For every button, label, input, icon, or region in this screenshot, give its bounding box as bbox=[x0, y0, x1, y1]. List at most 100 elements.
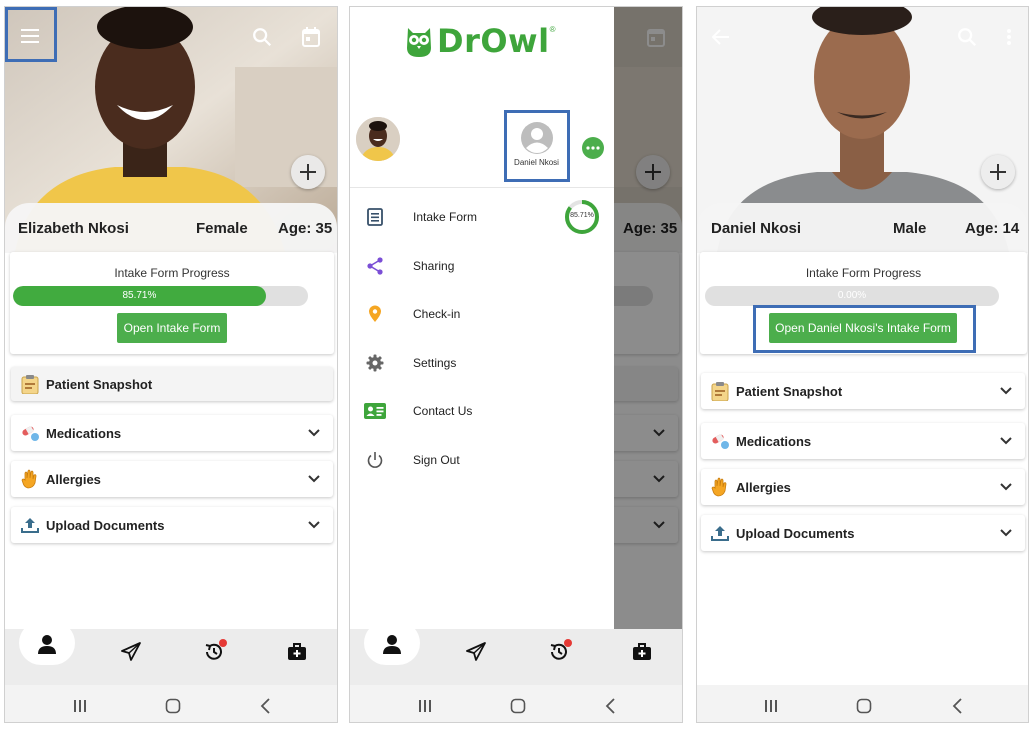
home-button[interactable] bbox=[509, 697, 527, 715]
back-icon bbox=[260, 698, 270, 714]
patient-namebar: Daniel Nkosi Male Age: 14 bbox=[697, 203, 1028, 253]
menu-item-sharing[interactable]: Sharing bbox=[350, 246, 614, 286]
gear-icon bbox=[364, 352, 386, 374]
bottom-tab-bar bbox=[5, 621, 337, 685]
home-icon bbox=[510, 698, 526, 714]
intake-progress-ring: 85.71% bbox=[564, 199, 600, 235]
patient-namebar: Elizabeth Nkosi Female Age: 35 bbox=[5, 203, 337, 253]
search-icon bbox=[958, 28, 977, 47]
tab-profile[interactable] bbox=[32, 629, 62, 659]
screen-elizabeth-profile: Elizabeth Nkosi Female Age: 35 Intake Fo… bbox=[4, 6, 338, 723]
system-nav-bar bbox=[697, 685, 1028, 722]
add-photo-button[interactable] bbox=[981, 155, 1015, 189]
menu-item-contact-us[interactable]: Contact Us bbox=[350, 391, 614, 431]
patient-gender: Female bbox=[196, 220, 248, 237]
upload-documents-section[interactable]: Upload Documents bbox=[11, 507, 333, 543]
add-photo-button[interactable] bbox=[291, 155, 325, 189]
allergies-section[interactable]: Allergies bbox=[11, 461, 333, 497]
calendar-button[interactable] bbox=[295, 21, 327, 53]
section-label: Medications bbox=[736, 433, 812, 449]
plus-icon bbox=[300, 164, 316, 180]
menu-icon bbox=[21, 29, 39, 43]
section-label: Allergies bbox=[46, 471, 101, 487]
section-label: Allergies bbox=[736, 479, 791, 495]
open-daniel-intake-form-button[interactable]: Open Daniel Nkosi's Intake Form bbox=[769, 313, 957, 343]
section-label: Patient Snapshot bbox=[46, 376, 153, 392]
back-arrow-icon bbox=[712, 29, 729, 45]
tab-history[interactable] bbox=[544, 637, 574, 667]
menu-label: Check-in bbox=[413, 307, 461, 321]
patient-name: Daniel Nkosi bbox=[711, 220, 802, 237]
home-button[interactable] bbox=[164, 697, 182, 715]
menu-button[interactable] bbox=[14, 20, 46, 52]
recents-icon bbox=[765, 700, 777, 712]
more-options-button[interactable] bbox=[993, 21, 1025, 53]
section-label: Patient Snapshot bbox=[736, 383, 843, 399]
intake-progress-value: 85.71% bbox=[570, 212, 594, 219]
menu-item-settings[interactable]: Settings bbox=[350, 343, 614, 383]
menu-label: Contact Us bbox=[413, 404, 473, 418]
chevron-down-icon bbox=[999, 525, 1013, 542]
tab-send[interactable] bbox=[116, 637, 146, 667]
other-profile-daniel[interactable]: Daniel Nkosi bbox=[507, 113, 566, 181]
progress-card: Intake Form Progress 0.00% Open Daniel N… bbox=[700, 252, 1027, 354]
medications-section[interactable]: Medications bbox=[701, 423, 1025, 459]
more-profiles-button[interactable] bbox=[582, 137, 604, 159]
patient-snapshot-section[interactable]: Patient Snapshot bbox=[11, 367, 333, 401]
upload-documents-section[interactable]: Upload Documents bbox=[701, 515, 1025, 551]
avatar-placeholder-icon bbox=[520, 122, 553, 154]
back-button[interactable] bbox=[257, 697, 275, 715]
pills-icon bbox=[19, 422, 41, 444]
recents-icon bbox=[419, 700, 431, 712]
menu-label: Settings bbox=[413, 356, 457, 370]
chevron-down-icon bbox=[999, 383, 1013, 400]
recents-button[interactable] bbox=[71, 697, 89, 715]
search-button[interactable] bbox=[951, 21, 983, 53]
progress-title: Intake Form Progress bbox=[805, 266, 922, 280]
progress-card: Intake Form Progress 85.71% Open Intake … bbox=[10, 252, 334, 354]
system-nav-bar bbox=[5, 685, 337, 722]
section-label: Upload Documents bbox=[46, 517, 165, 533]
recents-button[interactable] bbox=[762, 697, 780, 715]
recents-button[interactable] bbox=[416, 697, 434, 715]
back-icon bbox=[952, 698, 962, 714]
chevron-down-icon bbox=[307, 471, 321, 488]
progress-bar: 85.71% bbox=[13, 286, 308, 306]
back-button[interactable] bbox=[602, 697, 620, 715]
menu-item-sign-out[interactable]: Sign Out bbox=[350, 440, 614, 480]
home-button[interactable] bbox=[855, 697, 873, 715]
patient-snapshot-section[interactable]: Patient Snapshot bbox=[701, 373, 1025, 409]
open-intake-form-button[interactable]: Open Intake Form bbox=[117, 313, 227, 343]
medkit-icon bbox=[633, 643, 651, 660]
tab-profile[interactable] bbox=[377, 629, 407, 659]
search-button[interactable] bbox=[246, 21, 278, 53]
form-icon bbox=[364, 206, 386, 228]
back-arrow-button[interactable] bbox=[705, 21, 737, 53]
calendar-icon bbox=[302, 27, 320, 47]
share-icon bbox=[364, 255, 386, 277]
menu-item-check-in[interactable]: Check-in bbox=[350, 294, 614, 334]
person-icon bbox=[38, 635, 56, 654]
tab-history[interactable] bbox=[199, 637, 229, 667]
upload-icon bbox=[19, 514, 41, 536]
menu-label: Sign Out bbox=[413, 453, 460, 467]
drowl-logo: DrOwl ® bbox=[404, 21, 555, 61]
recents-icon bbox=[74, 700, 86, 712]
upload-icon bbox=[709, 522, 731, 544]
patient-name: Elizabeth Nkosi bbox=[18, 220, 129, 237]
progress-value: 0.00% bbox=[837, 290, 867, 301]
medications-section[interactable]: Medications bbox=[11, 415, 333, 451]
patient-age: Age: 14 bbox=[965, 220, 1020, 237]
drawer-divider bbox=[350, 187, 614, 188]
allergies-section[interactable]: Allergies bbox=[701, 469, 1025, 505]
current-profile-avatar[interactable] bbox=[356, 117, 400, 161]
navigation-drawer: DrOwl ® Daniel Nkosi Intake Form 85.71% … bbox=[350, 7, 614, 629]
tab-medkit[interactable] bbox=[627, 637, 657, 667]
back-button[interactable] bbox=[949, 697, 967, 715]
more-vert-icon bbox=[1007, 29, 1011, 45]
tab-medkit[interactable] bbox=[282, 637, 312, 667]
menu-item-intake-form[interactable]: Intake Form 85.71% bbox=[350, 197, 614, 237]
contact-card-icon bbox=[364, 400, 386, 422]
tab-send[interactable] bbox=[461, 637, 491, 667]
section-label: Upload Documents bbox=[736, 525, 855, 541]
